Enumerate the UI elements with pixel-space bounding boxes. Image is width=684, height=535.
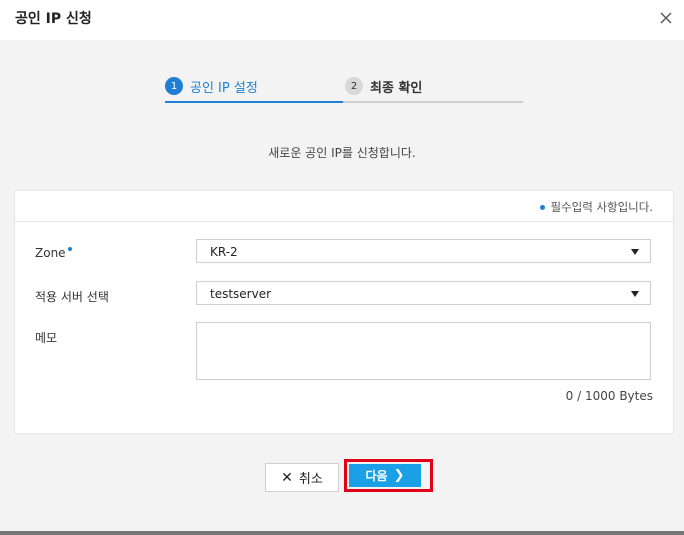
required-note-row: 필수입력 사항입니다. xyxy=(15,191,673,222)
dialog-title: 공인 IP 신청 xyxy=(15,11,92,27)
zone-label-text: Zone xyxy=(35,246,66,260)
server-select[interactable]: testserver xyxy=(196,281,651,305)
zone-select-value: KR-2 xyxy=(210,245,238,259)
zone-select[interactable]: KR-2 xyxy=(196,239,651,263)
server-select-value: testserver xyxy=(210,287,272,301)
memo-textarea[interactable] xyxy=(196,322,651,380)
dropdown-caret-icon xyxy=(631,291,639,297)
step-1: 1 공인 IP 설정 xyxy=(165,71,343,103)
step-indicator: 1 공인 IP 설정 2 최종 확인 xyxy=(165,71,523,103)
memo-label: 메모 xyxy=(35,331,58,345)
cancel-button[interactable]: ✕ 취소 xyxy=(265,463,339,492)
next-button-highlight: 다음 ❯ xyxy=(344,459,433,492)
step-1-label: 공인 IP 설정 xyxy=(190,80,258,96)
server-label: 적용 서버 선택 xyxy=(35,290,109,304)
public-ip-request-dialog: 공인 IP 신청 1 공인 IP 설정 2 최종 확인 새로운 공인 IP를 신… xyxy=(0,0,684,535)
step-1-number: 1 xyxy=(165,77,183,95)
next-button-label: 다음 xyxy=(365,469,388,483)
byte-counter: 0 / 1000 Bytes xyxy=(565,389,653,403)
dropdown-caret-icon xyxy=(631,249,639,255)
next-button[interactable]: 다음 ❯ xyxy=(349,464,421,487)
cancel-button-label: 취소 xyxy=(298,472,323,487)
chevron-right-icon: ❯ xyxy=(393,468,405,483)
step-2: 2 최종 확인 xyxy=(343,71,523,103)
form-panel: 필수입력 사항입니다. Zone KR-2 적용 서버 선택 testserve… xyxy=(14,190,674,434)
close-icon[interactable] xyxy=(658,10,674,26)
required-dot-icon xyxy=(540,204,546,210)
dialog-header: 공인 IP 신청 xyxy=(0,0,684,40)
description-text: 새로운 공인 IP를 신청합니다. xyxy=(268,146,416,160)
required-dot-icon xyxy=(67,247,72,251)
zone-label: Zone xyxy=(35,246,72,260)
required-note: 필수입력 사항입니다. xyxy=(540,199,653,215)
step-2-label: 최종 확인 xyxy=(370,80,423,96)
close-icon: ✕ xyxy=(281,469,293,486)
step-2-number: 2 xyxy=(345,77,363,95)
required-note-text: 필수입력 사항입니다. xyxy=(550,200,653,214)
bottom-border xyxy=(0,531,684,535)
